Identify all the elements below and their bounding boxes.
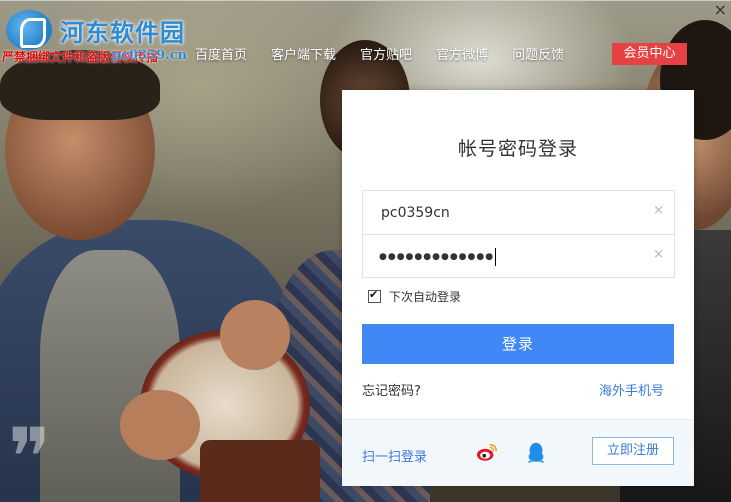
- scan-login-link[interactable]: 扫一扫登录: [362, 446, 427, 465]
- bg-hand: [220, 300, 290, 370]
- nav-link-client-download[interactable]: 客户端下载: [271, 44, 336, 63]
- register-button[interactable]: 立即注册: [592, 437, 674, 465]
- login-footer: 扫一扫登录 立即注册: [342, 419, 694, 486]
- password-mask: ●●●●●●●●●●●●●: [379, 251, 495, 262]
- bg-drum-body: [200, 440, 320, 502]
- vip-center-button[interactable]: 会员中心: [612, 43, 687, 65]
- nav-link-feedback[interactable]: 问题反馈: [512, 44, 564, 63]
- clear-username-icon[interactable]: ×: [653, 203, 664, 218]
- nav-links: 百度首页 客户端下载 官方贴吧 官方微博 问题反馈: [195, 44, 588, 63]
- bg-hand: [120, 390, 200, 460]
- watermark-name: 河东软件园: [60, 17, 185, 47]
- clear-password-icon[interactable]: ×: [653, 247, 664, 262]
- watermark-url: pc0359.cn: [112, 48, 188, 63]
- remember-label: 下次自动登录: [389, 290, 462, 304]
- weibo-icon[interactable]: [476, 442, 498, 464]
- watermark-logo-icon: [6, 10, 52, 50]
- forgot-password-link[interactable]: 忘记密码?: [362, 380, 421, 399]
- window-top-border: [0, 0, 731, 1]
- remember-checkbox[interactable]: [368, 288, 381, 303]
- username-input[interactable]: [379, 203, 643, 222]
- login-button[interactable]: 登录: [362, 324, 674, 364]
- login-title: 帐号密码登录: [457, 138, 578, 160]
- password-row: ●●●●●●●●●●●●● ×: [363, 234, 674, 278]
- top-nav: 河东软件园 严禁捆绑文件和盗版侵权传播 pc0359.cn 百度首页 客户端下载…: [0, 0, 731, 100]
- nav-link-baidu-home[interactable]: 百度首页: [195, 44, 247, 63]
- credentials-box: × ●●●●●●●●●●●●● ×: [362, 190, 675, 278]
- remember-me[interactable]: 下次自动登录: [368, 288, 461, 305]
- watermark: 河东软件园: [6, 10, 185, 50]
- password-input[interactable]: ●●●●●●●●●●●●●: [379, 247, 497, 266]
- nav-link-official-weibo[interactable]: 官方微博: [436, 44, 488, 63]
- nav-link-official-tieba[interactable]: 官方贴吧: [360, 44, 412, 63]
- quote-mark-icon: ❞: [8, 411, 52, 502]
- username-row: ×: [363, 191, 674, 234]
- overseas-phone-link[interactable]: 海外手机号: [599, 380, 664, 399]
- close-window-icon[interactable]: ×: [714, 0, 727, 19]
- login-card: 帐号密码登录 × ●●●●●●●●●●●●● × 下次自动登录 登录 忘记密码?…: [342, 90, 694, 486]
- qq-icon[interactable]: [526, 442, 546, 464]
- text-caret: [495, 247, 497, 266]
